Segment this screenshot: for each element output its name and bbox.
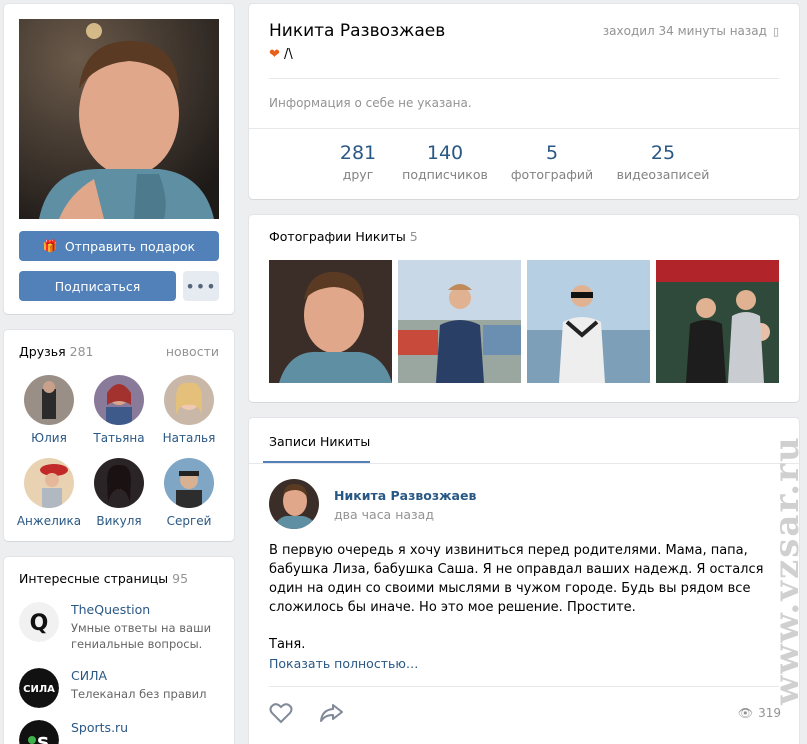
photos-block: Фотографии Никиты 5 (249, 215, 799, 402)
friends-block: Друзья 281 новости Юлия Татьяна Наталья А… (4, 330, 234, 541)
counter-value: 25 (650, 142, 676, 164)
svg-text:СИЛА: СИЛА (23, 684, 55, 695)
friend-item[interactable]: Викуля (86, 458, 152, 528)
profile-avatar[interactable] (19, 19, 219, 219)
counter-label: видеозаписей (616, 167, 710, 182)
about-text: Информация о себе не указана. (269, 96, 472, 110)
heart-icon: ❤ (269, 47, 280, 62)
like-button[interactable] (269, 702, 293, 729)
photo-thumb[interactable] (527, 260, 650, 383)
friend-avatar (24, 458, 74, 508)
photo-thumb[interactable] (398, 260, 521, 383)
divider (249, 128, 799, 129)
last-seen: заходил 34 минуты назад ▯ (603, 24, 779, 38)
friends-title: Друзья (19, 344, 66, 359)
profile-name: Никита Развозжаев (269, 21, 446, 41)
profile-status: ❤ /\ (269, 47, 293, 62)
subscribe-button[interactable]: Подписаться (19, 271, 176, 301)
divider (249, 463, 799, 464)
pages-title: Интересные страницы (19, 571, 169, 586)
photos-header[interactable]: Фотографии Никиты 5 (269, 229, 418, 244)
friends-header[interactable]: Друзья 281 (19, 344, 94, 359)
friend-item[interactable]: Сергей (156, 458, 222, 528)
friend-item[interactable]: Анжелика (16, 458, 82, 528)
friend-avatar (164, 458, 214, 508)
photo-thumb[interactable] (656, 260, 779, 383)
show-more-link[interactable]: Показать полностью… (269, 656, 418, 671)
page-description: Умные ответы на ваши гениальные вопросы. (71, 621, 212, 651)
gift-icon: 🎁 (42, 239, 58, 253)
counter-photos[interactable]: 5 фотографий (507, 142, 597, 182)
send-gift-button[interactable]: 🎁 Отправить подарок (19, 231, 219, 261)
post-timestamp[interactable]: два часа назад (334, 507, 434, 522)
counter-label: подписчиков (402, 167, 488, 182)
more-actions-button[interactable]: ••• (183, 271, 219, 301)
post-author-avatar[interactable] (269, 479, 319, 529)
counter-value: 5 (545, 142, 559, 164)
page-title: TheQuestion (71, 602, 151, 617)
friend-avatar (164, 375, 214, 425)
friend-item[interactable]: Наталья (156, 375, 222, 445)
friend-name: Наталья (162, 431, 216, 445)
friend-avatar (94, 375, 144, 425)
counter-friends[interactable]: 281 друг (331, 142, 385, 182)
thequestion-logo: Q (19, 602, 59, 642)
pages-count: 95 (172, 571, 189, 586)
friends-news-link[interactable]: новости (166, 344, 219, 359)
photos-count: 5 (409, 229, 418, 244)
page-description: Телеканал без правил (71, 687, 207, 701)
counter-label: друг (342, 167, 374, 182)
page-title: Sports.ru (71, 720, 129, 735)
page-title: СИЛА (71, 668, 108, 683)
profile-avatar-card: 🎁 Отправить подарок Подписаться ••• (4, 4, 234, 314)
counter-value: 140 (426, 142, 464, 164)
friend-avatar (24, 375, 74, 425)
eye-icon: 👁 (737, 706, 754, 720)
photo-thumb[interactable] (269, 260, 392, 383)
share-button[interactable] (319, 702, 345, 729)
heart-outline-icon (269, 703, 293, 724)
watermark: www.vzsar.ru (767, 435, 807, 705)
divider (269, 78, 779, 79)
divider (269, 686, 779, 687)
share-icon (320, 704, 343, 722)
friend-name: Сергей (166, 514, 212, 528)
friend-name: Анжелика (16, 514, 82, 528)
interesting-pages-block: Интересные страницы 95 Q TheQuestion Умны… (4, 557, 234, 744)
counter-followers[interactable]: 140 подписчиков (397, 142, 493, 182)
post-author-name[interactable]: Никита Развозжаев (334, 488, 476, 503)
last-seen-text: заходил 34 минуты назад (602, 24, 767, 38)
wall-block: Записи Никиты Никита Развозжаев два часа… (249, 418, 799, 744)
svg-text:Q: Q (30, 611, 49, 636)
pages-header[interactable]: Интересные страницы 95 (19, 571, 188, 586)
mobile-icon: ▯ (772, 25, 779, 38)
friend-name: Викуля (96, 514, 142, 528)
status-text: /\ (284, 47, 293, 62)
post-signature: Таня. (269, 637, 306, 652)
friends-count: 281 (69, 344, 94, 359)
counter-label: фотографий (510, 167, 594, 182)
friend-name: Татьяна (93, 431, 145, 445)
svg-text:s: s (37, 729, 49, 744)
sportsru-logo: s (19, 720, 59, 744)
sila-logo: СИЛА (19, 668, 59, 708)
photos-title: Фотографии Никиты (269, 229, 406, 244)
send-gift-label: Отправить подарок (64, 238, 196, 254)
friend-item[interactable]: Юлия (16, 375, 82, 445)
friend-avatar (94, 458, 144, 508)
post-text: В первую очередь я хочу извиниться перед… (269, 543, 764, 615)
friend-item[interactable]: Татьяна (86, 375, 152, 445)
profile-info-card: Никита Развозжаев заходил 34 минуты наза… (249, 4, 799, 199)
counter-value: 281 (339, 142, 377, 164)
counter-videos[interactable]: 25 видеозаписей (611, 142, 715, 182)
friend-name: Юлия (31, 431, 67, 445)
tab-wall-posts[interactable]: Записи Никиты (269, 434, 370, 449)
